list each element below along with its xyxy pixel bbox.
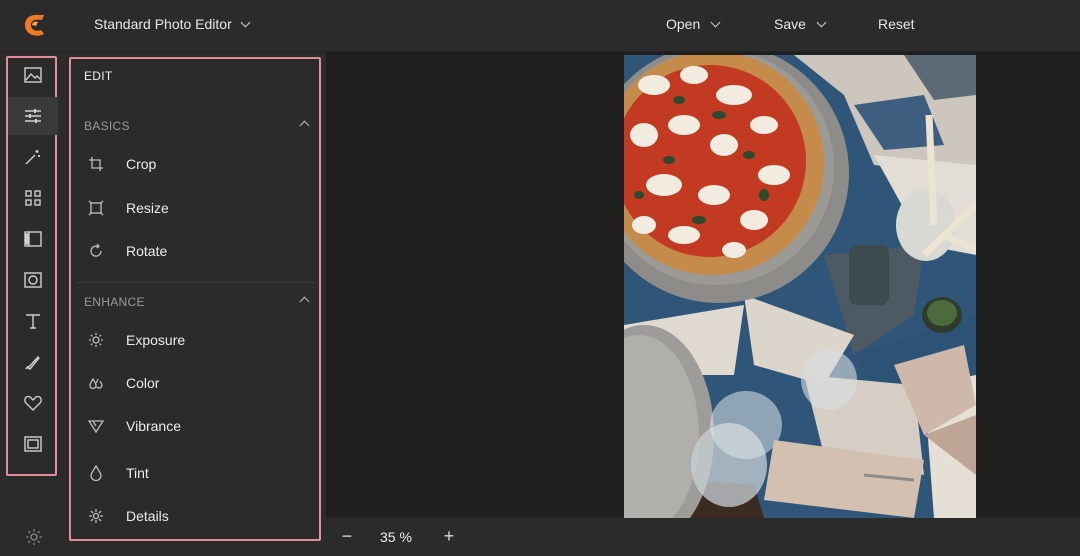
tool-rail — [0, 52, 68, 556]
tool-resize[interactable]: Resize — [88, 194, 308, 222]
chevron-down-icon — [710, 17, 721, 27]
image-icon — [24, 67, 42, 83]
section-header-enhance[interactable]: ENHANCE — [84, 295, 310, 309]
gear-icon[interactable] — [24, 527, 44, 547]
section-label: BASICS — [84, 119, 130, 133]
tool-exposure[interactable]: Exposure — [88, 326, 308, 354]
border-frame-icon — [24, 436, 42, 452]
save-label: Save — [774, 16, 806, 32]
rail-item-text[interactable] — [8, 302, 58, 340]
tool-label: Tint — [126, 465, 149, 481]
rail-item-edit[interactable] — [8, 97, 58, 135]
magic-wand-icon — [25, 150, 40, 165]
brush-icon — [25, 355, 40, 370]
triangle-icon — [88, 420, 104, 434]
tool-crop[interactable]: Crop — [88, 150, 308, 178]
editor-mode-label: Standard Photo Editor — [94, 16, 232, 32]
app-logo-icon[interactable] — [22, 12, 48, 38]
tool-color[interactable]: Color — [88, 369, 308, 397]
chevron-up-icon — [299, 120, 310, 131]
open-label: Open — [666, 16, 701, 32]
tool-label: Exposure — [126, 332, 186, 348]
open-button[interactable]: Open — [666, 16, 721, 32]
zoom-out-button[interactable]: − — [336, 526, 358, 548]
rail-item-draw[interactable] — [8, 343, 58, 381]
chevron-down-icon — [816, 17, 827, 27]
crop-icon — [89, 157, 103, 171]
chevron-down-icon — [240, 17, 251, 27]
editor-mode-dropdown[interactable]: Standard Photo Editor — [94, 16, 251, 32]
panel-title: EDIT — [84, 69, 113, 83]
rail-item-frames[interactable] — [8, 261, 58, 299]
drops-icon — [89, 377, 103, 390]
grid-icon — [25, 190, 41, 206]
top-bar: Standard Photo Editor Open Save Reset — [0, 0, 1080, 52]
text-icon — [26, 314, 40, 329]
reset-label: Reset — [878, 16, 915, 32]
image-canvas[interactable] — [326, 52, 1080, 518]
rail-item-stickers[interactable] — [8, 384, 58, 422]
zoom-level: 35 % — [380, 529, 412, 545]
rotate-icon — [90, 243, 102, 257]
rail-item-image[interactable] — [8, 56, 58, 94]
pizza-photo[interactable] — [624, 55, 976, 518]
adjust-sliders-icon — [25, 109, 41, 123]
sparkle-icon — [89, 509, 103, 523]
rail-item-filters[interactable] — [8, 220, 58, 258]
sun-icon — [89, 333, 103, 347]
heart-icon — [24, 395, 42, 411]
zoom-in-button[interactable]: + — [438, 526, 460, 548]
rail-item-effects[interactable] — [8, 138, 58, 176]
tool-label: Details — [126, 508, 169, 524]
tool-details[interactable]: Details — [88, 502, 308, 530]
edit-panel: EDIT BASICS Crop Resize Rotate ENHANCE E… — [68, 52, 326, 556]
filmstrip-icon — [24, 231, 42, 247]
resize-icon — [88, 200, 104, 216]
section-divider — [76, 282, 316, 283]
tool-vibrance[interactable]: Vibrance — [88, 412, 308, 440]
chevron-up-icon — [299, 296, 310, 307]
tool-label: Color — [126, 375, 160, 391]
tool-tint[interactable]: Tint — [88, 459, 308, 487]
tool-label: Rotate — [126, 243, 168, 259]
drop-icon — [90, 465, 102, 481]
tool-rotate[interactable]: Rotate — [88, 237, 308, 265]
rail-item-layouts[interactable] — [8, 179, 58, 217]
tool-label: Resize — [126, 200, 169, 216]
photo-editor-app: Standard Photo Editor Open Save Reset ED… — [0, 0, 1080, 556]
frame-circle-icon — [24, 272, 42, 288]
section-label: ENHANCE — [84, 295, 145, 309]
tool-label: Vibrance — [126, 418, 182, 434]
rail-item-borders[interactable] — [8, 425, 58, 463]
section-header-basics[interactable]: BASICS — [84, 119, 310, 133]
zoom-bar: − 35 % + — [326, 518, 1080, 556]
save-button[interactable]: Save — [774, 16, 827, 32]
reset-button[interactable]: Reset — [878, 16, 915, 32]
tool-label: Crop — [126, 156, 157, 172]
